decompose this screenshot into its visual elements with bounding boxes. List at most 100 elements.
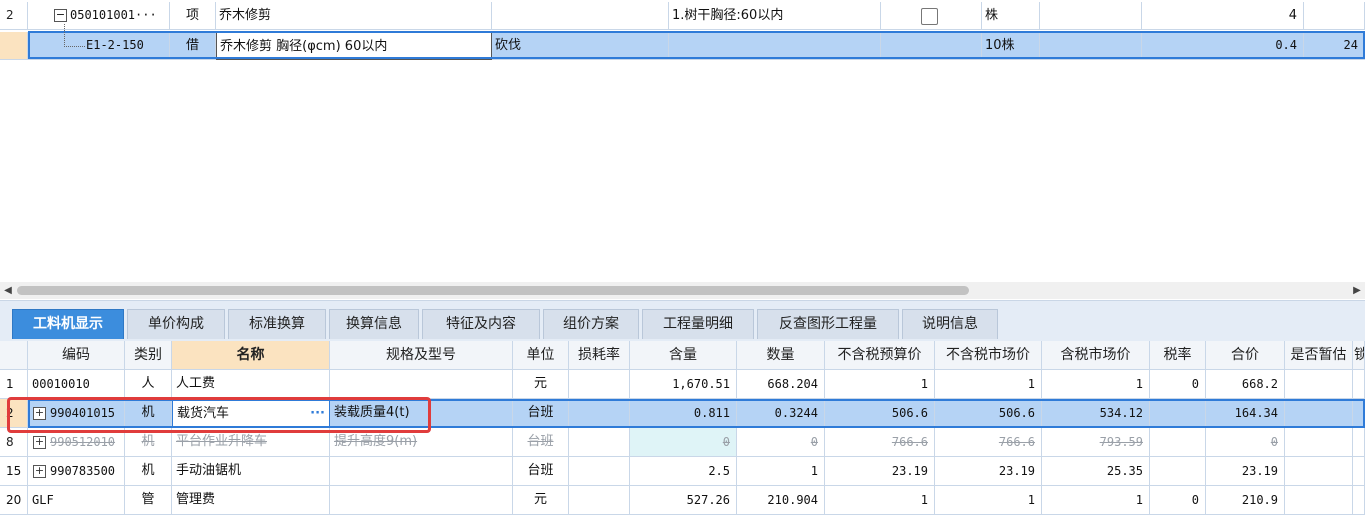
horizontal-scrollbar[interactable]: ◀ ▶: [0, 282, 1365, 299]
expand-icon[interactable]: +: [33, 407, 46, 420]
price-cell[interactable]: 24: [1304, 32, 1365, 60]
header-qty[interactable]: 数量: [737, 341, 825, 370]
type-cell[interactable]: 机: [125, 428, 172, 457]
scrollbar-thumb[interactable]: [17, 286, 969, 295]
name-cell[interactable]: 管理费: [172, 486, 330, 515]
header-extra[interactable]: 锁: [1353, 341, 1365, 370]
type-cell[interactable]: 人: [125, 370, 172, 399]
tax-rate-cell[interactable]: 0: [1150, 486, 1206, 515]
pretax-market-cell[interactable]: 1: [935, 370, 1042, 399]
upper-row-2[interactable]: 2 −050101001··· 项 乔木修剪 1.树干胸径:60以内 株 4: [0, 2, 1365, 30]
content-cell[interactable]: 1,670.51: [630, 370, 737, 399]
collapse-icon[interactable]: −: [54, 9, 67, 22]
header-spec[interactable]: 规格及型号: [330, 341, 513, 370]
pretax-budget-cell[interactable]: 1: [825, 486, 935, 515]
code-cell[interactable]: −050101001···: [28, 2, 170, 30]
spec-cell[interactable]: 装载质量4(t): [330, 399, 513, 428]
tab-quantity-detail[interactable]: 工程量明细: [642, 309, 754, 339]
unit-cell[interactable]: 台班: [513, 428, 569, 457]
pretax-market-cell[interactable]: 23.19: [935, 457, 1042, 486]
header-loss[interactable]: 损耗率: [569, 341, 630, 370]
main-item-checkbox[interactable]: [921, 8, 938, 25]
table-row-selected[interactable]: 2 +990401015 机 载货汽车 ··· 装载质量4(t) 台班 0.81…: [0, 399, 1365, 428]
loss-cell[interactable]: [569, 370, 630, 399]
feature-cell[interactable]: [669, 32, 881, 60]
scroll-left-icon[interactable]: ◀: [2, 284, 14, 297]
qty-cell[interactable]: 0.4: [1142, 32, 1304, 60]
tab-pricing-scheme[interactable]: 组价方案: [543, 309, 639, 339]
spec-cell[interactable]: 提升高度9(m): [330, 428, 513, 457]
tab-standard-conversion[interactable]: 标准换算: [228, 309, 326, 339]
tab-notes[interactable]: 说明信息: [902, 309, 998, 339]
tab-graphic-quantity[interactable]: 反查图形工程量: [757, 309, 899, 339]
type-cell[interactable]: 管: [125, 486, 172, 515]
pretax-budget-cell[interactable]: 506.6: [825, 399, 935, 428]
qty-cell[interactable]: 210.904: [737, 486, 825, 515]
code-cell[interactable]: GLF: [28, 486, 125, 515]
pretax-budget-cell[interactable]: 23.19: [825, 457, 935, 486]
feature-cell[interactable]: 1.树干胸径:60以内: [669, 2, 881, 30]
header-content[interactable]: 含量: [630, 341, 737, 370]
header-total[interactable]: 合价: [1206, 341, 1285, 370]
expr-cell[interactable]: [1040, 2, 1142, 30]
loss-cell[interactable]: [569, 486, 630, 515]
loss-cell[interactable]: [569, 428, 630, 457]
tax-market-cell[interactable]: 1: [1042, 486, 1150, 515]
name-cell[interactable]: 手动油锯机: [172, 457, 330, 486]
name-cell[interactable]: 平台作业升降车: [172, 428, 330, 457]
estimate-cell[interactable]: [1285, 428, 1353, 457]
code-cell[interactable]: E1-2-150: [28, 32, 170, 60]
estimate-cell[interactable]: [1285, 370, 1353, 399]
table-row[interactable]: 20 GLF 管 管理费 元 527.26 210.904 1 1 1 0 21…: [0, 486, 1365, 515]
unit-cell[interactable]: 元: [513, 370, 569, 399]
scroll-right-icon[interactable]: ▶: [1351, 284, 1363, 297]
tax-market-cell[interactable]: 1: [1042, 370, 1150, 399]
tax-market-cell[interactable]: 534.12: [1042, 399, 1150, 428]
estimate-cell[interactable]: [1285, 399, 1353, 428]
loss-cell[interactable]: [569, 457, 630, 486]
pretax-market-cell[interactable]: 506.6: [935, 399, 1042, 428]
estimate-cell[interactable]: [1285, 457, 1353, 486]
qty-cell[interactable]: 0: [737, 428, 825, 457]
unit-cell[interactable]: 台班: [513, 457, 569, 486]
tab-conversion-info[interactable]: 换算信息: [329, 309, 419, 339]
code-cell[interactable]: 00010010: [28, 370, 125, 399]
header-code[interactable]: 编码: [28, 341, 125, 370]
tab-features[interactable]: 特征及内容: [422, 309, 540, 339]
type-cell[interactable]: 机: [125, 399, 172, 428]
code-cell[interactable]: +990783500: [28, 457, 125, 486]
header-tax-rate[interactable]: 税率: [1150, 341, 1206, 370]
expr-cell[interactable]: [1040, 32, 1142, 60]
spec-cell[interactable]: 砍伐: [492, 32, 669, 60]
unit-cell[interactable]: 台班: [513, 399, 569, 428]
header-name[interactable]: 名称: [172, 341, 330, 370]
content-cell[interactable]: 0: [630, 428, 737, 457]
unit-cell[interactable]: 元: [513, 486, 569, 515]
table-row[interactable]: 15 +990783500 机 手动油锯机 台班 2.5 1 23.19 23.…: [0, 457, 1365, 486]
name-cell[interactable]: 乔木修剪: [216, 2, 492, 30]
qty-cell[interactable]: 668.204: [737, 370, 825, 399]
pretax-market-cell[interactable]: 1: [935, 486, 1042, 515]
spec-cell[interactable]: [330, 486, 513, 515]
upper-row-sub[interactable]: E1-2-150 借 乔木修剪 胸径(φcm) 60以内 砍伐 10株 0.4 …: [0, 31, 1365, 60]
spec-cell[interactable]: [492, 2, 669, 30]
type-cell[interactable]: 机: [125, 457, 172, 486]
checkbox-cell[interactable]: [881, 2, 982, 30]
tab-material-machine[interactable]: 工料机显示: [12, 309, 124, 339]
tax-rate-cell[interactable]: 0: [1150, 370, 1206, 399]
more-options-icon[interactable]: ···: [310, 400, 325, 427]
code-cell[interactable]: +990401015: [28, 399, 125, 428]
tax-market-cell[interactable]: 25.35: [1042, 457, 1150, 486]
tab-unit-price[interactable]: 单价构成: [127, 309, 225, 339]
name-cell[interactable]: 人工费: [172, 370, 330, 399]
spec-cell[interactable]: [330, 457, 513, 486]
expand-icon[interactable]: +: [33, 465, 46, 478]
pretax-budget-cell[interactable]: 766.6: [825, 428, 935, 457]
tax-rate-cell[interactable]: [1150, 428, 1206, 457]
header-pretax-market[interactable]: 不含税市场价: [935, 341, 1042, 370]
table-row-disabled[interactable]: 8 +990512010 机 平台作业升降车 提升高度9(m) 台班 0 0 7…: [0, 428, 1365, 457]
loss-cell[interactable]: [569, 399, 630, 428]
qty-cell[interactable]: 1: [737, 457, 825, 486]
pretax-market-cell[interactable]: 766.6: [935, 428, 1042, 457]
tax-rate-cell[interactable]: [1150, 457, 1206, 486]
